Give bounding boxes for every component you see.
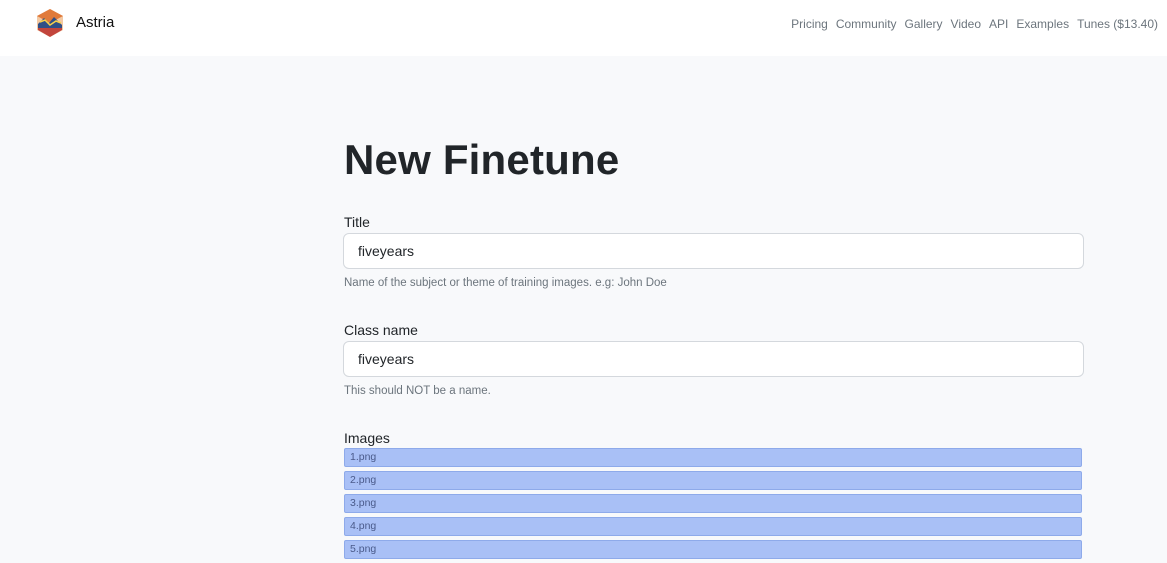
title-input[interactable] [343, 233, 1084, 269]
title-label: Title [344, 214, 370, 230]
title-help-text: Name of the subject or theme of training… [344, 277, 667, 289]
file-item[interactable]: 5.png [344, 540, 1082, 559]
brand-link[interactable]: Astria [35, 8, 114, 38]
nav-links: Pricing Community Gallery Video API Exam… [783, 16, 1158, 32]
class-name-help-text: This should NOT be a name. [344, 385, 491, 397]
nav-link-gallery[interactable]: Gallery [905, 16, 943, 32]
nav-link-examples[interactable]: Examples [1016, 16, 1069, 32]
top-navbar: Astria Pricing Community Gallery Video A… [0, 0, 1167, 56]
file-item[interactable]: 1.png [344, 448, 1082, 467]
images-label: Images [344, 430, 390, 446]
nav-link-api[interactable]: API [989, 16, 1008, 32]
file-item[interactable]: 4.png [344, 517, 1082, 536]
astria-logo-icon [37, 9, 63, 37]
nav-link-community[interactable]: Community [836, 16, 897, 32]
brand-name: Astria [76, 14, 115, 31]
nav-link-video[interactable]: Video [951, 16, 981, 32]
nav-link-pricing[interactable]: Pricing [791, 16, 828, 32]
file-item[interactable]: 3.png [344, 494, 1082, 513]
page-title: New Finetune [344, 136, 620, 183]
class-name-label: Class name [344, 322, 418, 338]
file-item[interactable]: 2.png [344, 471, 1082, 490]
images-file-list: 1.png 2.png 3.png 4.png 5.png [344, 448, 1082, 563]
class-name-input[interactable] [343, 341, 1084, 377]
nav-link-tunes[interactable]: Tunes ($13.40) [1077, 16, 1158, 32]
